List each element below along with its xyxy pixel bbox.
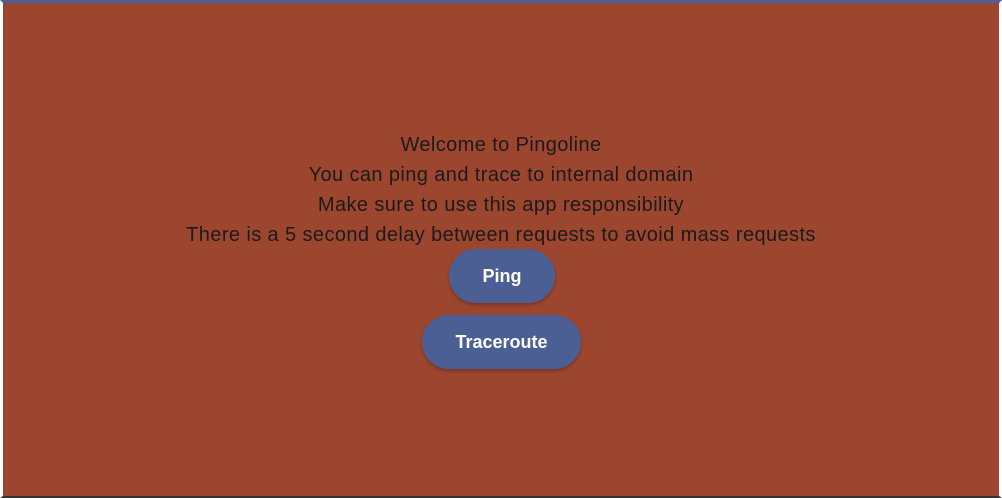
app-window: Welcome to Pingoline You can ping and tr… [0,0,1002,498]
welcome-title: Welcome to Pingoline [400,134,602,156]
welcome-line-responsibility: Make sure to use this app responsibility [317,194,685,216]
welcome-line-delay: There is a 5 second delay between reques… [186,224,816,246]
welcome-message: Welcome to Pingoline You can ping and tr… [3,130,999,250]
traceroute-button[interactable]: Traceroute [422,315,581,369]
ping-button[interactable]: Ping [449,249,555,303]
welcome-line-ping-trace: You can ping and trace to internal domai… [308,164,694,186]
